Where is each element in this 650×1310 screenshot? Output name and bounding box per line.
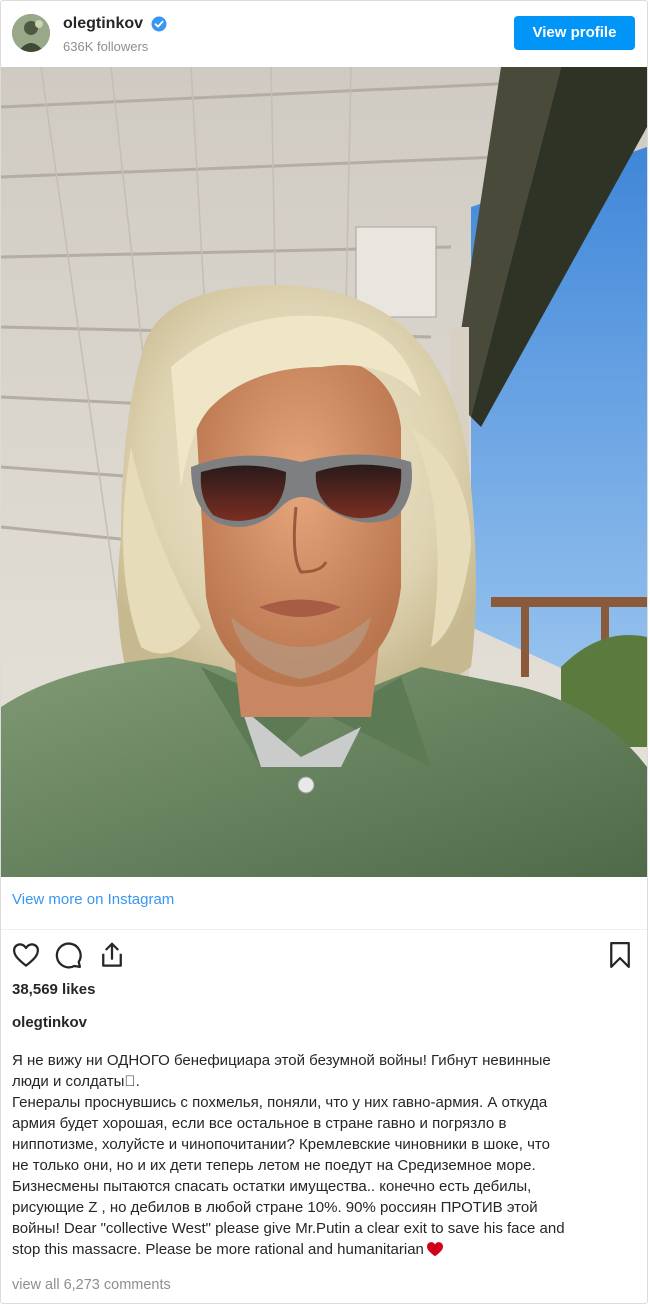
share-icon[interactable]	[97, 940, 127, 975]
like-count[interactable]: 38,569 likes	[12, 981, 95, 998]
red-heart-emoji-icon	[426, 1241, 444, 1257]
caption-username[interactable]: olegtinkov	[12, 1014, 87, 1031]
avatar[interactable]	[12, 14, 50, 52]
username[interactable]: olegtinkov	[63, 15, 143, 33]
comment-icon[interactable]	[53, 940, 83, 975]
view-more-link[interactable]: View more on Instagram	[12, 891, 174, 908]
follower-count: 636K followers	[63, 39, 149, 54]
heart-icon[interactable]	[11, 940, 41, 975]
post-header: olegtinkov 636K followers View profile	[1, 1, 647, 67]
divider	[1, 929, 647, 930]
post-image[interactable]	[1, 67, 647, 877]
action-bar	[1, 937, 647, 977]
verified-badge-icon	[151, 16, 167, 32]
view-all-comments-link[interactable]: view all 6,273 comments	[12, 1277, 171, 1293]
caption-text: Я не вижу ни ОДНОГО бенефициара этой без…	[12, 1050, 642, 1260]
caption-body: Я не вижу ни ОДНОГО бенефициара этой без…	[12, 1052, 565, 1258]
selfie-photo	[1, 67, 647, 877]
bookmark-icon[interactable]	[605, 940, 635, 975]
view-profile-button[interactable]: View profile	[514, 16, 635, 50]
instagram-embed-card: olegtinkov 636K followers View profile V…	[0, 0, 648, 1304]
